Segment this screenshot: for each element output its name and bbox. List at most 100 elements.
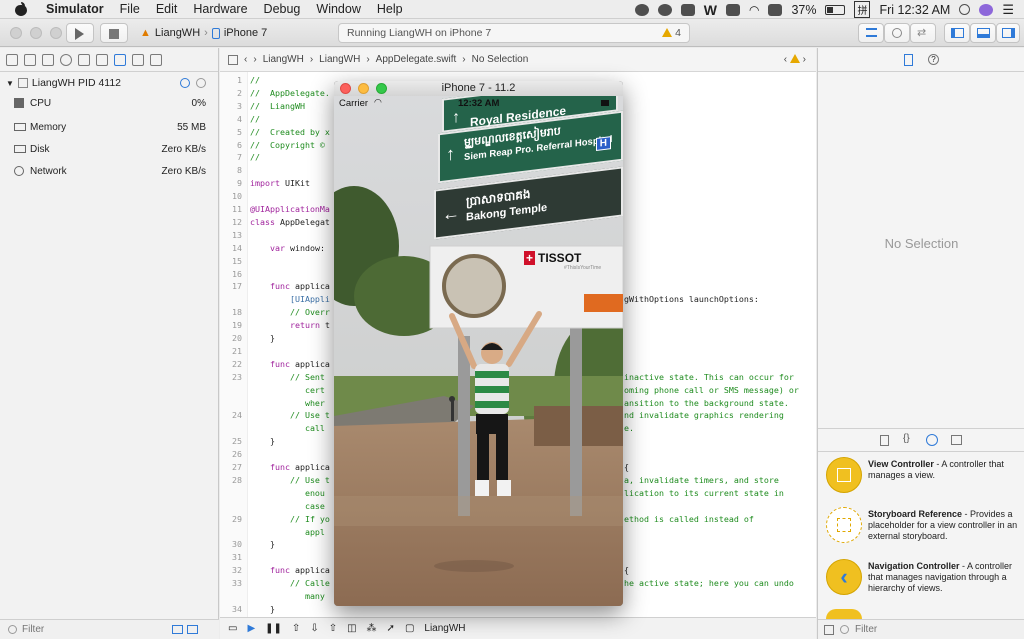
toggle-navigator-button[interactable] xyxy=(944,23,970,43)
breadcrumb-selection[interactable]: No Selection xyxy=(472,54,529,65)
version-editor-button[interactable]: ⇄ xyxy=(910,23,936,43)
wifi-icon[interactable]: ◠ xyxy=(749,3,759,17)
menu-hardware[interactable]: Hardware xyxy=(185,2,255,16)
battery-icon[interactable] xyxy=(825,4,846,15)
menu-app-name[interactable]: Simulator xyxy=(38,2,112,16)
code-line: appl xyxy=(250,526,325,537)
disk-gauge[interactable]: Disk Zero KB/s xyxy=(14,140,218,158)
media-library-icon[interactable] xyxy=(951,435,962,445)
code-line: func applica xyxy=(269,565,330,576)
library-filter-input[interactable] xyxy=(855,624,995,635)
w-icon[interactable]: W xyxy=(704,2,717,18)
issue-icon[interactable] xyxy=(78,53,90,66)
process-row[interactable]: ▼ LiangWH PID 4112 xyxy=(0,72,218,94)
display-icon[interactable] xyxy=(768,3,783,16)
warning-indicator[interactable]: 4 xyxy=(662,27,681,39)
close-window-button[interactable] xyxy=(10,27,22,39)
breadcrumb-project[interactable]: LiangWH xyxy=(263,54,304,65)
iphone-screen[interactable]: ↑ Royal Residence ↑ ម្ជ្ឈមណ្ឌលខេត្តសៀមរាប S… xyxy=(334,96,623,606)
minimize-window-button[interactable] xyxy=(30,27,42,39)
code-line: import UIKit xyxy=(250,178,310,189)
code-line-fragment: lication to its current state in xyxy=(624,487,784,498)
object-library-icon[interactable] xyxy=(926,434,938,446)
memory-gauge[interactable]: Memory 55 MB xyxy=(14,118,218,136)
battery-percent[interactable]: 37% xyxy=(791,3,816,17)
breakpoints-icon[interactable]: ▶ xyxy=(247,623,255,634)
siri-icon[interactable] xyxy=(979,3,994,16)
toggle-utilities-button[interactable] xyxy=(996,23,1020,43)
simulator-minimize-button[interactable] xyxy=(358,83,369,94)
assistant-editor-button[interactable] xyxy=(884,23,910,43)
grid-view-icon[interactable] xyxy=(824,624,834,635)
chevron-left-icon[interactable]: ‹ xyxy=(784,54,787,65)
step-out-icon[interactable]: ⇧ xyxy=(329,623,337,634)
simulator-close-button[interactable] xyxy=(340,83,351,94)
code-line: // If yo xyxy=(250,513,330,524)
notification-center-icon[interactable]: ☰ xyxy=(1002,2,1014,18)
library-item-view-controller[interactable]: View Controller - A controller that mana… xyxy=(822,453,1020,497)
source-control-icon[interactable] xyxy=(24,53,36,66)
debug-target-label[interactable]: LiangWH xyxy=(424,623,465,634)
debug-navigator-icon[interactable] xyxy=(114,53,126,66)
apple-icon[interactable] xyxy=(14,2,28,16)
hide-debug-icon[interactable]: ▭ xyxy=(228,623,237,634)
run-button[interactable] xyxy=(66,23,94,43)
back-icon[interactable]: ‹ xyxy=(244,54,247,65)
library-item-navigation-controller[interactable]: ‹ Navigation Controller - A controller t… xyxy=(822,555,1020,599)
check-icon[interactable] xyxy=(657,3,672,16)
simulate-location-icon[interactable]: ➚ xyxy=(387,623,395,634)
code-line-fragment: e. xyxy=(624,423,634,434)
process-label: LiangWH PID 4112 xyxy=(31,77,122,89)
filter-option-icon-2[interactable] xyxy=(187,625,198,634)
forward-icon[interactable]: › xyxy=(253,54,256,65)
debug-options-icon[interactable] xyxy=(196,78,206,88)
menu-edit[interactable]: Edit xyxy=(148,2,186,16)
cpu-gauge[interactable]: CPU 0% xyxy=(14,94,218,112)
editor-warning[interactable]: ‹ › xyxy=(784,54,806,65)
symbol-icon[interactable] xyxy=(42,53,54,66)
find-icon[interactable] xyxy=(60,53,72,66)
clock[interactable]: Fri 12:32 AM xyxy=(879,3,950,17)
code-line: // Calle xyxy=(250,578,330,589)
step-over-icon[interactable]: ⇧ xyxy=(292,623,300,634)
chevron-right-icon[interactable]: › xyxy=(803,54,806,65)
library-item-storyboard-reference[interactable]: Storyboard Reference - Provides a placeh… xyxy=(822,503,1020,547)
memory-graph-icon[interactable]: ⁂ xyxy=(367,623,377,634)
stop-button[interactable] xyxy=(100,23,128,43)
scheme-selector[interactable]: ▲ LiangWH › iPhone 7 xyxy=(134,23,314,43)
folder-icon[interactable] xyxy=(6,53,18,66)
code-line: // xyxy=(250,113,260,124)
wechat-icon[interactable] xyxy=(634,3,649,16)
standard-editor-button[interactable] xyxy=(858,23,884,43)
report-icon[interactable] xyxy=(150,53,162,66)
breadcrumb-folder[interactable]: LiangWH xyxy=(319,54,360,65)
network-gauge[interactable]: Network Zero KB/s xyxy=(14,162,218,180)
input-method-icon[interactable]: 拼 xyxy=(854,1,871,18)
gauge-icon[interactable] xyxy=(180,78,190,88)
flag-icon[interactable] xyxy=(725,3,740,16)
breakpoint-icon[interactable] xyxy=(132,53,144,66)
code-line: case xyxy=(250,500,325,511)
file-inspector-icon[interactable] xyxy=(904,54,913,66)
zoom-window-button[interactable] xyxy=(50,27,62,39)
step-in-icon[interactable]: ⇩ xyxy=(310,623,318,634)
menu-help[interactable]: Help xyxy=(369,2,411,16)
view-debugger-icon[interactable]: ◫ xyxy=(347,623,356,634)
send-icon[interactable] xyxy=(680,3,695,16)
toggle-debug-area-button[interactable] xyxy=(970,23,996,43)
menu-window[interactable]: Window xyxy=(308,2,368,16)
simulator-zoom-button[interactable] xyxy=(376,83,387,94)
filter-option-icon[interactable] xyxy=(172,625,183,634)
disclosure-icon[interactable]: ▼ xyxy=(6,79,14,88)
menu-debug[interactable]: Debug xyxy=(256,2,309,16)
search-icon[interactable] xyxy=(959,4,971,15)
breadcrumb-file[interactable]: AppDelegate.swift xyxy=(376,54,457,65)
pause-icon[interactable]: ❚❚ xyxy=(265,623,282,634)
test-icon[interactable] xyxy=(96,53,108,66)
menu-file[interactable]: File xyxy=(112,2,148,16)
file-template-icon[interactable] xyxy=(880,435,889,446)
help-icon[interactable]: ? xyxy=(928,54,939,65)
code-snippet-icon[interactable]: {} xyxy=(903,433,910,444)
grid-icon[interactable] xyxy=(228,54,238,65)
navigator-filter-input[interactable] xyxy=(22,624,162,635)
